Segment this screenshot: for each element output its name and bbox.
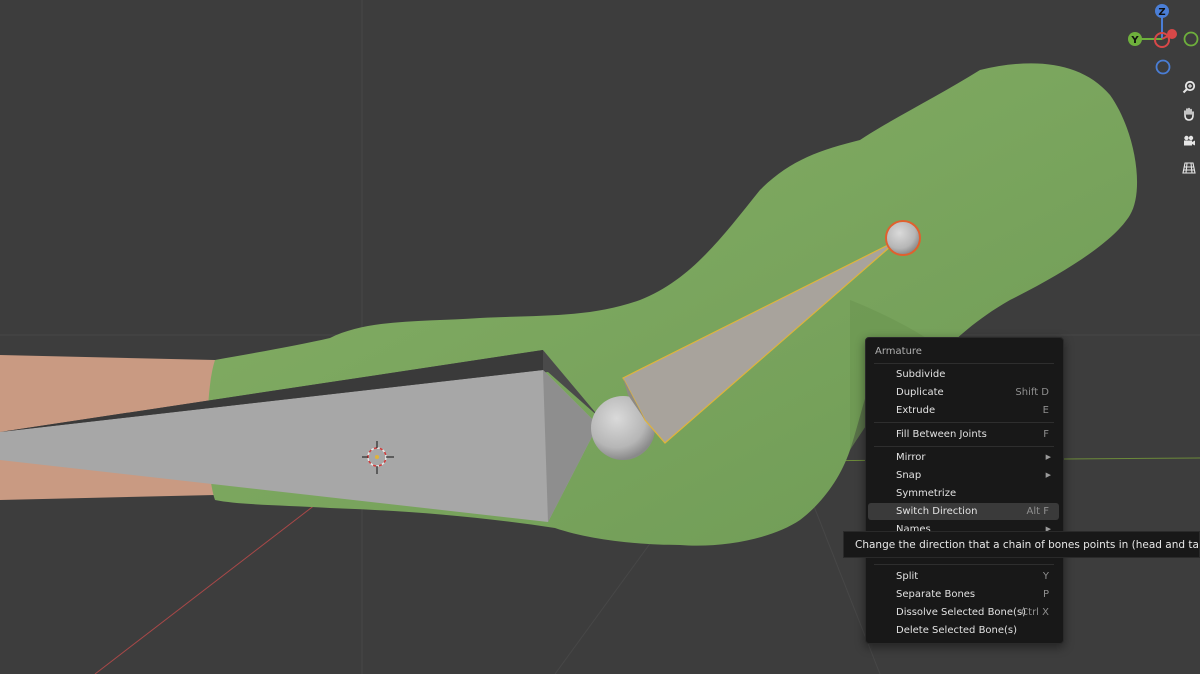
zoom-icon[interactable] bbox=[1178, 76, 1200, 98]
menu-item-label: Subdivide bbox=[896, 369, 946, 380]
menu-item-snap[interactable]: Snap ▶ bbox=[868, 467, 1059, 484]
menu-item-shortcut: E bbox=[1042, 405, 1049, 416]
menu-item-delete-selected-bones[interactable]: Delete Selected Bone(s) bbox=[868, 622, 1059, 639]
axis-neg-y-icon[interactable] bbox=[1183, 31, 1199, 47]
menu-divider bbox=[874, 446, 1054, 447]
menu-item-shortcut: Ctrl X bbox=[1021, 607, 1049, 618]
menu-item-duplicate[interactable]: Duplicate Shift D bbox=[868, 384, 1059, 401]
menu-item-subdivide[interactable]: Subdivide bbox=[868, 366, 1059, 383]
menu-divider bbox=[874, 564, 1054, 565]
menu-item-label: Split bbox=[896, 571, 919, 582]
armature-context-menu[interactable]: Armature Subdivide Duplicate Shift D Ext… bbox=[865, 337, 1064, 644]
axis-neg-z-icon[interactable] bbox=[1155, 59, 1171, 75]
menu-divider bbox=[874, 422, 1054, 423]
camera-icon[interactable] bbox=[1178, 130, 1200, 152]
3d-viewport[interactable]: Z Y Armature Subdivide Duplicate Shift D… bbox=[0, 0, 1200, 674]
menu-item-extrude[interactable]: Extrude E bbox=[868, 402, 1059, 419]
hand-pan-icon[interactable] bbox=[1178, 103, 1200, 125]
menu-item-shortcut: Alt F bbox=[1026, 506, 1049, 517]
menu-item-label: Snap bbox=[896, 470, 922, 481]
menu-title: Armature bbox=[875, 346, 922, 357]
menu-item-separate-bones[interactable]: Separate Bones P bbox=[868, 586, 1059, 603]
axis-x-positive-icon[interactable] bbox=[1167, 29, 1177, 39]
menu-item-shortcut: P bbox=[1042, 589, 1049, 600]
menu-item-fill-between-joints[interactable]: Fill Between Joints F bbox=[868, 426, 1059, 443]
submenu-arrow-icon: ▶ bbox=[1045, 453, 1051, 461]
menu-item-label: Switch Direction bbox=[896, 506, 978, 517]
menu-item-label: Symmetrize bbox=[896, 488, 957, 499]
grid-ortho-icon[interactable] bbox=[1178, 157, 1200, 179]
menu-item-label: Duplicate bbox=[896, 387, 944, 398]
menu-item-symmetrize[interactable]: Symmetrize bbox=[868, 485, 1059, 502]
menu-item-shortcut: F bbox=[1043, 429, 1049, 440]
menu-divider bbox=[874, 363, 1054, 364]
menu-item-shortcut: Y bbox=[1042, 571, 1049, 582]
menu-item-shortcut: Shift D bbox=[1015, 387, 1049, 398]
menu-item-label: Separate Bones bbox=[896, 589, 976, 600]
menu-item-mirror[interactable]: Mirror ▶ bbox=[868, 449, 1059, 466]
menu-item-dissolve-selected-bones[interactable]: Dissolve Selected Bone(s) Ctrl X bbox=[868, 604, 1059, 621]
menu-tooltip: Change the direction that a chain of bon… bbox=[843, 531, 1200, 558]
menu-item-switch-direction[interactable]: Switch Direction Alt F bbox=[868, 503, 1059, 520]
bone-tail-selected[interactable] bbox=[885, 220, 921, 256]
menu-item-split[interactable]: Split Y bbox=[868, 568, 1059, 585]
menu-item-label: Extrude bbox=[896, 405, 936, 416]
axis-z-label: Z bbox=[1158, 7, 1165, 18]
menu-item-label: Dissolve Selected Bone(s) bbox=[896, 607, 1027, 618]
axis-y-label: Y bbox=[1130, 35, 1139, 46]
menu-item-label: Delete Selected Bone(s) bbox=[896, 625, 1018, 636]
submenu-arrow-icon: ▶ bbox=[1045, 471, 1051, 479]
menu-item-label: Fill Between Joints bbox=[896, 429, 987, 440]
menu-item-label: Mirror bbox=[896, 452, 926, 463]
navigation-gizmo[interactable]: Z Y bbox=[1122, 0, 1200, 80]
